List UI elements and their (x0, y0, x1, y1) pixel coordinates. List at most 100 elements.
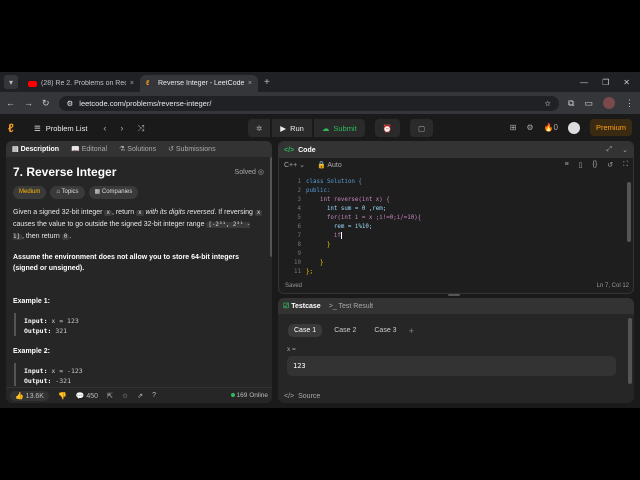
url-text: leetcode.com/problems/reverse-integer/ (79, 98, 212, 108)
back-icon[interactable]: ← (6, 98, 15, 108)
notes-button[interactable]: ▢ (410, 119, 434, 137)
tab-editorial[interactable]: 📖 Editorial (71, 145, 107, 153)
description-footer: 👍 13.6K 👎 💬 450 ⇱ ☆ ⇗ ? 169 Online (6, 387, 272, 403)
expand-icon[interactable]: ⤢ (607, 146, 613, 154)
close-icon[interactable]: × (248, 80, 252, 87)
help-icon[interactable]: ? (152, 392, 156, 399)
submit-label: Submit (333, 123, 357, 133)
profile-avatar[interactable] (603, 97, 615, 109)
tab-label: Description (20, 146, 60, 153)
tab-submissions[interactable]: ↺ Submissions (168, 145, 216, 153)
address-toolbar: ← → ↻ ⚙ leetcode.com/problems/reverse-in… (0, 92, 640, 114)
prev-problem-icon[interactable]: ‹ (103, 123, 106, 134)
terminal-icon: >_ (328, 302, 337, 310)
user-avatar[interactable] (567, 121, 580, 134)
case-tab-1[interactable]: Case 1 (288, 324, 323, 337)
description-tabs: ▤ Description 📖 Editorial ⚗ Solutions ↺ … (6, 141, 272, 157)
example-2-block: Input: x = -123 Output: -321 (14, 363, 264, 386)
case-tab-2[interactable]: Case 2 (328, 324, 362, 337)
streak-counter[interactable]: 🔥0 (544, 123, 558, 132)
code-line: if (306, 232, 342, 239)
reload-icon[interactable]: ↻ (42, 98, 50, 109)
difficulty-badge[interactable]: Medium (13, 186, 47, 199)
note-icon: ▢ (418, 123, 426, 133)
code-scrollbar[interactable] (627, 182, 631, 242)
run-button[interactable]: ▶ Run (272, 119, 312, 137)
problem-list-button[interactable]: ☰ Problem List (34, 124, 87, 133)
timer-button[interactable]: ⏰ (374, 119, 401, 137)
case-selector: Case 1 Case 2 Case 3 + (278, 314, 634, 337)
settings-icon[interactable]: ⚙ (526, 123, 533, 132)
leetcode-icon: ℓ (146, 79, 150, 87)
next-problem-icon[interactable]: › (120, 123, 123, 134)
dislike-icon[interactable]: 👎 (58, 392, 67, 400)
check-circle-icon: ◎ (257, 169, 264, 176)
format-icon[interactable]: ≡ (565, 161, 569, 169)
panel-resize-handle[interactable] (448, 294, 460, 296)
tab-testcase[interactable]: ☑ Testcase (283, 302, 321, 310)
premium-button[interactable]: Premium (589, 119, 632, 136)
maximize-icon[interactable]: ❐ (602, 78, 609, 87)
testcase-input[interactable]: 123 (287, 356, 616, 376)
url-bar[interactable]: ⚙ leetcode.com/problems/reverse-integer/… (58, 95, 560, 111)
tab-solutions[interactable]: ⚗ Solutions (119, 145, 156, 153)
window-close-icon[interactable]: ✕ (623, 78, 630, 87)
code-editor[interactable]: 1 2 3 4 5 6 7 8 9 10 11 class Solution {… (279, 172, 633, 275)
sidebar-icon[interactable]: ▭ (584, 98, 593, 109)
layout-icon[interactable]: ⊞ (510, 123, 517, 132)
debug-button[interactable]: ✲ (248, 119, 271, 137)
case-tab-3[interactable]: Case 3 (368, 324, 402, 337)
bookmark-icon[interactable]: ▯ (579, 161, 583, 169)
reset-icon[interactable]: ↺ (607, 161, 613, 169)
code-line: }; (306, 269, 313, 275)
alarm-icon: ⏰ (382, 123, 393, 133)
tab-test-result[interactable]: >_ Test Result (329, 303, 373, 310)
extensions-icon[interactable]: ⧉ (568, 98, 574, 109)
like-button[interactable]: 👍 13.6K (10, 390, 49, 401)
description-scrollbar[interactable] (270, 157, 272, 257)
close-icon[interactable]: × (130, 80, 134, 87)
description-panel: ▤ Description 📖 Editorial ⚗ Solutions ↺ … (6, 141, 272, 403)
companies-chip[interactable]: ▦ Companies (88, 186, 139, 199)
bookmark-star-icon[interactable]: ☆ (544, 99, 551, 108)
online-dot-icon (230, 393, 235, 397)
star-icon[interactable]: ☆ (122, 392, 128, 400)
code-panel: </> Code ⤢ ⌄ C++ ⌄ 🔒 Auto ≡ ▯ {} ↺ ⛶ 1 2… (278, 141, 634, 294)
chip-label: Topics (61, 189, 79, 195)
tab-description[interactable]: ▤ Description (12, 145, 59, 153)
new-tab-icon[interactable]: + (264, 77, 270, 88)
solved-status: Solved ◎ (235, 167, 264, 178)
tab-title: (28) Re 2. Problems on Recursio (41, 80, 126, 87)
comments-button[interactable]: 💬 450 (76, 392, 98, 400)
forward-icon[interactable]: → (24, 98, 33, 108)
code-panel-header: </> Code ⤢ ⌄ (279, 142, 633, 158)
problem-list-label: Problem List (45, 123, 88, 133)
fullscreen-icon[interactable]: ⛶ (623, 161, 628, 169)
autocomplete-toggle[interactable]: 🔒 Auto (317, 161, 342, 169)
list-icon: ☰ (34, 123, 41, 133)
browser-tab-leetcode[interactable]: ℓ Reverse Integer - LeetCode × (140, 75, 258, 92)
minimize-icon[interactable]: — (580, 78, 588, 87)
collapse-icon[interactable]: ⌄ (622, 146, 628, 154)
bug-icon: ✲ (256, 123, 263, 133)
braces-icon[interactable]: {} (593, 161, 598, 169)
leetcode-logo-icon[interactable]: ℓ (8, 121, 26, 135)
submit-button[interactable]: ☁ Submit (313, 119, 365, 137)
share-icon[interactable]: ⇱ (107, 392, 113, 400)
code-line: int reverse(int x) { (306, 197, 390, 203)
browser-tab-youtube[interactable]: (28) Re 2. Problems on Recursio × (22, 75, 140, 92)
code-line: class Solution { (306, 179, 362, 185)
topics-chip[interactable]: ⌂ Topics (50, 186, 85, 199)
site-info-icon[interactable]: ⚙ (67, 99, 74, 108)
tab-search-button[interactable]: ▾ (4, 75, 18, 89)
example-1-title: Example 1: (13, 298, 50, 305)
streak-count: 0 (553, 123, 558, 132)
source-button[interactable]: </> Source (284, 393, 320, 400)
chip-label: Companies (101, 189, 133, 195)
menu-icon[interactable]: ⋮ (625, 98, 634, 109)
shuffle-icon[interactable]: ⤨ (137, 123, 144, 134)
language-select[interactable]: C++ ⌄ (284, 161, 305, 169)
add-case-icon[interactable]: + (409, 326, 414, 336)
share-link-icon[interactable]: ⇗ (137, 392, 143, 400)
testcase-scrollbar[interactable] (628, 318, 632, 384)
